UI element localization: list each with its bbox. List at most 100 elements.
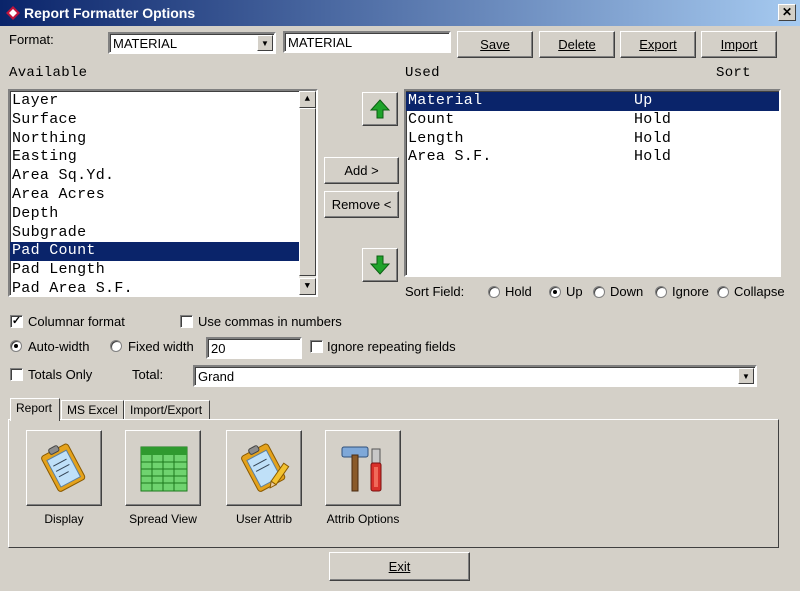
list-item[interactable]: Pad Length	[10, 261, 299, 280]
user-attrib-button[interactable]	[226, 430, 302, 506]
columnar-format-checkbox[interactable]: ✓	[10, 315, 23, 328]
used-field-name: Area S.F.	[408, 148, 492, 166]
sort-radio-hold[interactable]	[488, 286, 500, 298]
format-name-value: MATERIAL	[288, 35, 353, 50]
close-button[interactable]: ✕	[778, 4, 796, 21]
tab-import-export[interactable]: Import/Export	[124, 400, 210, 420]
list-item[interactable]: Layer	[10, 92, 299, 111]
sort-radio-collapse[interactable]	[717, 286, 729, 298]
spread-view-label: Spread View	[129, 512, 197, 526]
arrow-up-icon	[369, 99, 391, 119]
table-row[interactable]: Count Hold	[406, 111, 779, 130]
exit-button[interactable]: Exit	[329, 552, 470, 581]
used-field-sort: Hold	[634, 129, 672, 147]
list-item[interactable]: Area Sq.Yd.	[10, 167, 299, 186]
tools-icon	[341, 446, 382, 492]
fixed-width-input[interactable]: 20	[206, 337, 302, 359]
scroll-down-icon[interactable]: ▼	[299, 278, 316, 295]
scroll-up-icon[interactable]: ▲	[299, 91, 316, 108]
used-field-name: Length	[408, 129, 464, 147]
fixed-width-value: 20	[211, 341, 226, 356]
available-scrollbar[interactable]: ▲ ▼	[299, 91, 316, 295]
sort-radio-label: Ignore	[672, 284, 709, 299]
table-row[interactable]: Length Hold	[406, 130, 779, 149]
tab-ms-excel-label: MS Excel	[67, 403, 118, 417]
tab-report-label: Report	[16, 401, 53, 415]
add-button[interactable]: Add >	[324, 157, 399, 184]
auto-width-radio[interactable]	[10, 340, 22, 352]
used-list[interactable]: Material Up Count Hold Length Hold Area S.F. Ho…	[404, 89, 781, 277]
import-button[interactable]: Import	[701, 31, 777, 58]
format-name-input[interactable]: MATERIAL	[283, 31, 451, 53]
sort-header: Sort	[716, 65, 751, 81]
available-header: Available	[9, 65, 88, 81]
fixed-width-label: Fixed width	[128, 339, 194, 354]
columnar-format-label: Columnar format	[28, 314, 125, 329]
spreadsheet-icon	[140, 446, 188, 492]
delete-button[interactable]: Delete	[539, 31, 615, 58]
tab-ms-excel[interactable]: MS Excel	[61, 400, 124, 420]
user-attrib-label: User Attrib	[235, 512, 292, 526]
used-field-sort: Up	[634, 92, 653, 109]
arrow-down-icon	[369, 255, 391, 275]
table-row[interactable]: Material Up	[406, 92, 779, 111]
display-button[interactable]	[26, 430, 102, 506]
used-field-sort: Hold	[634, 110, 672, 128]
sort-radio-ignore[interactable]	[655, 286, 667, 298]
available-list[interactable]: Layer Surface Northing Easting Area Sq.Yd. Ar…	[8, 89, 318, 297]
list-item[interactable]: Northing	[10, 130, 299, 149]
chevron-down-icon[interactable]: ▼	[257, 35, 273, 51]
title-bar[interactable]: Report Formatter Options ✕	[0, 0, 800, 26]
delete-label: Delete	[558, 37, 596, 52]
list-item[interactable]: Pad Count	[10, 242, 299, 262]
available-rows: Layer Surface Northing Easting Area Sq.Yd. Ar…	[10, 92, 299, 295]
totals-only-label: Totals Only	[28, 367, 93, 382]
sort-radio-label: Up	[566, 284, 583, 299]
sort-radio-up[interactable]	[549, 286, 561, 298]
add-label: Add >	[344, 163, 379, 178]
format-label: Format:	[9, 32, 54, 47]
attrib-options-button[interactable]	[325, 430, 401, 506]
total-label: Total:	[132, 367, 164, 382]
chevron-down-icon[interactable]: ▼	[738, 368, 754, 384]
ignore-repeating-checkbox[interactable]	[310, 340, 323, 353]
totals-only-checkbox[interactable]	[10, 368, 23, 381]
move-up-button[interactable]	[362, 92, 398, 126]
window-title: Report Formatter Options	[24, 5, 196, 21]
export-button[interactable]: Export	[620, 31, 696, 58]
save-button[interactable]: Save	[457, 31, 533, 58]
list-item[interactable]: Area Acres	[10, 186, 299, 205]
list-item[interactable]: Subgrade	[10, 224, 299, 243]
list-item[interactable]: Depth	[10, 205, 299, 224]
sort-radio-down[interactable]	[593, 286, 605, 298]
import-label: Import	[720, 37, 758, 52]
export-label: Export	[639, 37, 677, 52]
sort-field-label: Sort Field:	[405, 284, 465, 299]
tab-report[interactable]: Report	[10, 398, 60, 421]
list-item[interactable]: Surface	[10, 111, 299, 130]
move-down-button[interactable]	[362, 248, 398, 282]
use-commas-checkbox[interactable]	[180, 315, 193, 328]
used-field-sort: Hold	[634, 148, 672, 166]
tab-import-export-label: Import/Export	[130, 403, 203, 417]
remove-button[interactable]: Remove <	[324, 191, 399, 218]
attrib-options-label: Attrib Options	[326, 512, 400, 526]
list-item[interactable]: Pad Area S.F.	[10, 280, 299, 295]
used-field-name: Count	[408, 110, 455, 128]
sort-radio-label: Down	[610, 284, 644, 299]
format-select[interactable]: MATERIAL ▼	[108, 32, 276, 54]
used-rows: Material Up Count Hold Length Hold Area S.F. Ho…	[406, 92, 779, 167]
total-select[interactable]: Grand ▼	[193, 365, 757, 387]
exit-label: Exit	[388, 559, 411, 574]
scroll-thumb[interactable]	[299, 108, 316, 276]
auto-width-label: Auto-width	[28, 339, 90, 354]
sort-radio-label: Collapse	[734, 284, 785, 299]
remove-label: Remove <	[331, 197, 392, 212]
fixed-width-radio[interactable]	[110, 340, 122, 352]
table-row[interactable]: Area S.F. Hold	[406, 148, 779, 167]
sort-radio-label: Hold	[505, 284, 532, 299]
spread-view-button[interactable]	[125, 430, 201, 506]
list-item[interactable]: Easting	[10, 148, 299, 167]
used-header: Used	[405, 65, 440, 81]
use-commas-label: Use commas in numbers	[198, 314, 342, 329]
